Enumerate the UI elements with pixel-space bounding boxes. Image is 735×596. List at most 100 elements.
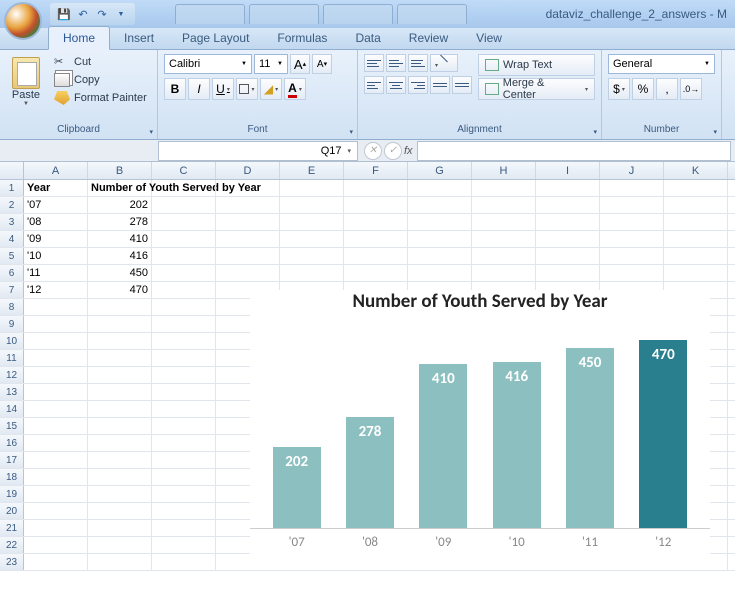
copy-button[interactable]: Copy <box>50 72 151 88</box>
merge-center-button[interactable]: Merge & Center <box>478 78 595 100</box>
chart-bar[interactable]: 410 <box>416 364 470 528</box>
cell[interactable] <box>24 486 88 502</box>
window-tab[interactable] <box>323 4 393 24</box>
cell[interactable] <box>24 537 88 553</box>
cell[interactable]: 416 <box>88 248 152 264</box>
column-header[interactable]: K <box>664 162 728 179</box>
cell[interactable] <box>24 435 88 451</box>
column-header[interactable]: B <box>88 162 152 179</box>
cell[interactable] <box>152 231 216 247</box>
cell[interactable] <box>24 350 88 366</box>
cell[interactable] <box>280 214 344 230</box>
row-header[interactable]: 8 <box>0 299 24 315</box>
row-header[interactable]: 15 <box>0 418 24 434</box>
cell[interactable]: Number of Youth Served by Year <box>88 180 152 196</box>
cell[interactable] <box>280 248 344 264</box>
bold-button[interactable]: B <box>164 78 186 100</box>
cell[interactable] <box>24 503 88 519</box>
enter-formula-icon[interactable]: ✓ <box>384 142 402 160</box>
redo-icon[interactable]: ↷ <box>94 6 110 22</box>
align-middle-button[interactable] <box>386 54 406 72</box>
cell[interactable] <box>152 350 216 366</box>
comma-button[interactable]: , <box>656 78 678 100</box>
cell[interactable] <box>408 248 472 264</box>
chart-bar[interactable]: 202 <box>270 447 324 528</box>
number-format-select[interactable]: General▼ <box>608 54 715 74</box>
cell[interactable] <box>216 231 280 247</box>
column-header[interactable]: A <box>24 162 88 179</box>
cell[interactable] <box>472 248 536 264</box>
cell[interactable] <box>88 316 152 332</box>
row-header[interactable]: 7 <box>0 282 24 298</box>
cell[interactable] <box>24 384 88 400</box>
chart-bar[interactable]: 470 <box>636 340 690 528</box>
cell[interactable] <box>24 299 88 315</box>
cell[interactable] <box>88 384 152 400</box>
cell[interactable]: '11 <box>24 265 88 281</box>
orientation-button[interactable] <box>430 54 458 72</box>
currency-button[interactable]: $ <box>608 78 630 100</box>
row-header[interactable]: 21 <box>0 520 24 536</box>
cell[interactable] <box>152 537 216 553</box>
cell[interactable] <box>472 180 536 196</box>
cut-button[interactable]: ✂Cut <box>50 54 151 70</box>
chart-bar[interactable]: 416 <box>490 362 544 528</box>
row-header[interactable]: 11 <box>0 350 24 366</box>
spreadsheet-grid[interactable]: ABCDEFGHIJK 1YearNumber of Youth Served … <box>0 162 735 594</box>
grow-font-button[interactable]: A▴ <box>290 54 310 74</box>
cell[interactable] <box>152 401 216 417</box>
cell[interactable]: '08 <box>24 214 88 230</box>
column-header[interactable]: E <box>280 162 344 179</box>
cell[interactable] <box>344 197 408 213</box>
cell[interactable] <box>664 180 728 196</box>
cell[interactable] <box>600 265 664 281</box>
tab-review[interactable]: Review <box>395 27 462 49</box>
cell[interactable] <box>536 248 600 264</box>
cell[interactable] <box>88 401 152 417</box>
cell[interactable] <box>408 231 472 247</box>
row-header[interactable]: 22 <box>0 537 24 553</box>
row-header[interactable]: 2 <box>0 197 24 213</box>
cell[interactable] <box>344 214 408 230</box>
row-header[interactable]: 14 <box>0 401 24 417</box>
cell[interactable] <box>152 333 216 349</box>
row-header[interactable]: 12 <box>0 367 24 383</box>
cell[interactable] <box>344 180 408 196</box>
cell[interactable] <box>536 180 600 196</box>
cell[interactable] <box>216 197 280 213</box>
tab-data[interactable]: Data <box>341 27 394 49</box>
row-header[interactable]: 6 <box>0 265 24 281</box>
italic-button[interactable]: I <box>188 78 210 100</box>
percent-button[interactable]: % <box>632 78 654 100</box>
cell[interactable] <box>664 214 728 230</box>
cell[interactable] <box>152 367 216 383</box>
row-header[interactable]: 17 <box>0 452 24 468</box>
column-header[interactable]: D <box>216 162 280 179</box>
cell[interactable] <box>152 384 216 400</box>
cell[interactable] <box>88 554 152 570</box>
cell[interactable] <box>152 520 216 536</box>
cell[interactable] <box>280 197 344 213</box>
cell[interactable] <box>88 469 152 485</box>
decrease-indent-button[interactable] <box>430 76 450 94</box>
tab-view[interactable]: View <box>462 27 516 49</box>
cell[interactable] <box>88 503 152 519</box>
cell[interactable] <box>24 316 88 332</box>
increase-decimal-button[interactable]: .0→ <box>680 78 702 100</box>
cell[interactable] <box>152 316 216 332</box>
cell[interactable] <box>280 231 344 247</box>
tab-formulas[interactable]: Formulas <box>263 27 341 49</box>
paste-button[interactable]: Paste ▼ <box>6 54 46 110</box>
cell[interactable] <box>88 418 152 434</box>
cell[interactable] <box>216 265 280 281</box>
tab-insert[interactable]: Insert <box>110 27 168 49</box>
save-icon[interactable]: 💾 <box>56 6 72 22</box>
cell[interactable] <box>216 180 280 196</box>
row-header[interactable]: 9 <box>0 316 24 332</box>
cell[interactable] <box>88 452 152 468</box>
cell[interactable] <box>24 367 88 383</box>
cell[interactable] <box>88 520 152 536</box>
row-header[interactable]: 1 <box>0 180 24 196</box>
cell[interactable] <box>408 214 472 230</box>
shrink-font-button[interactable]: A▾ <box>312 54 332 74</box>
